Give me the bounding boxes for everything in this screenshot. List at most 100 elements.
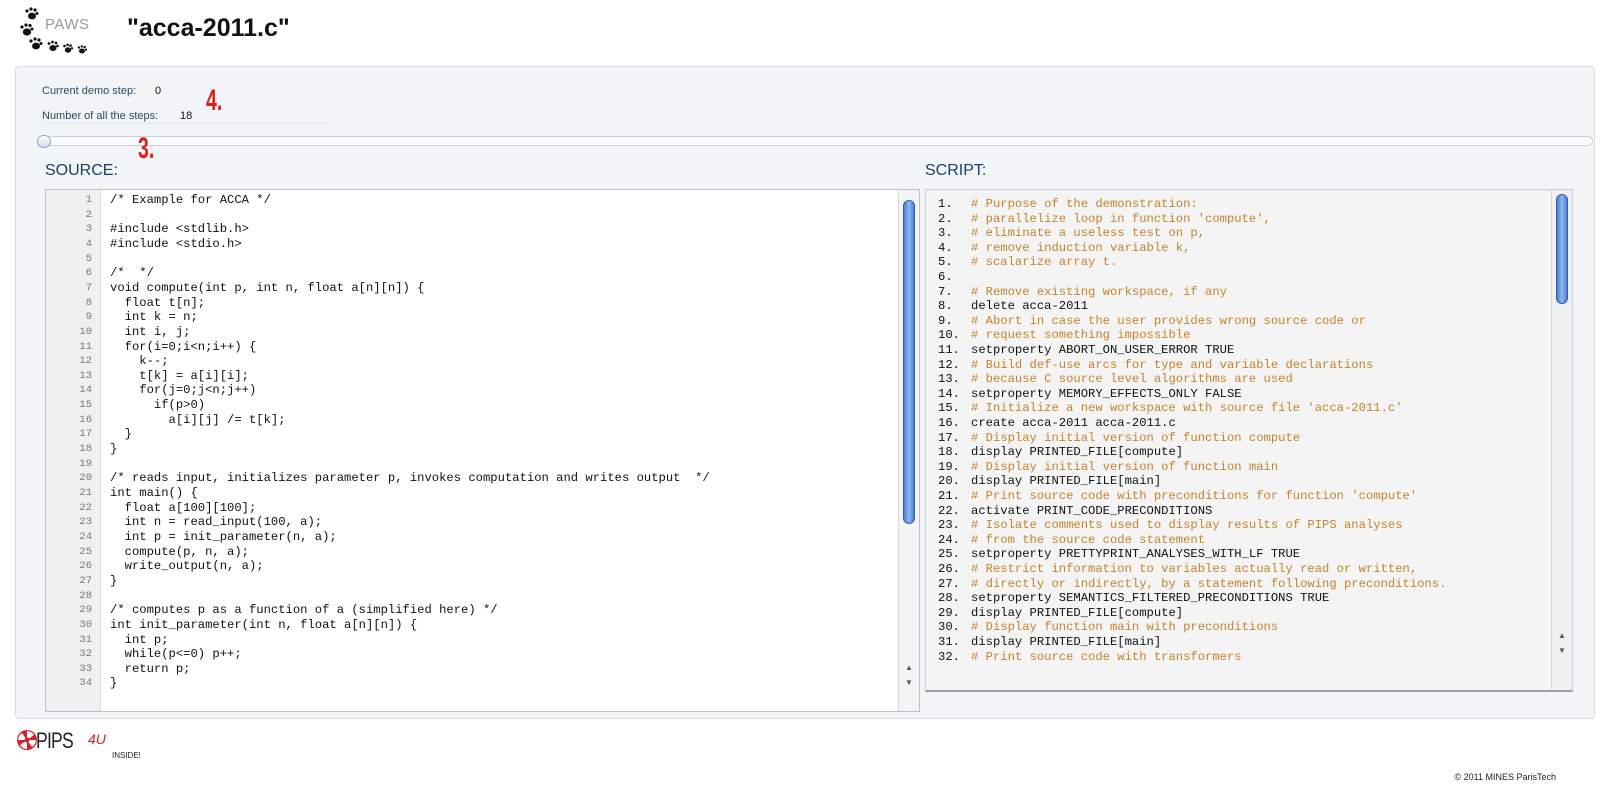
line-number: 20 xyxy=(79,472,92,485)
script-title: SCRIPT: xyxy=(925,162,987,179)
code-line[interactable]: } xyxy=(110,442,117,457)
script-scrollbar-thumb[interactable] xyxy=(1556,194,1568,304)
source-editor[interactable]: 1 2 3 4 5 6 7 8 9 10 11 12 13 14 15 16 17 18 19 20 21 22 23 24 2… xyxy=(45,189,920,712)
code-line[interactable]: /* */ xyxy=(110,266,154,281)
code-line[interactable]: int i, j; xyxy=(110,325,191,340)
code-line[interactable]: return p; xyxy=(110,662,191,677)
source-title: SOURCE: xyxy=(45,162,118,179)
line-number: 17 xyxy=(79,428,92,441)
code-line[interactable]: int p; xyxy=(110,633,169,648)
scroll-up-arrow-icon[interactable]: ▲ xyxy=(902,662,916,674)
script-comment: # Build def-use arcs for type and variab… xyxy=(971,357,1374,372)
script-command: setproperty PRETTYPRINT_ANALYSES_WITH_LF… xyxy=(971,547,1301,562)
code-line[interactable]: for(i=0;i<n;i++) { xyxy=(110,340,257,355)
code-line[interactable]: k--; xyxy=(110,354,168,369)
code-line[interactable]: int init_parameter(int n, float a[n][n])… xyxy=(110,618,417,633)
script-scrollbar[interactable]: ▲ ▼ xyxy=(1551,190,1572,690)
step-slider-track[interactable] xyxy=(38,136,1593,146)
line-number: 22 xyxy=(79,501,92,514)
code-line[interactable]: float a[100][100]; xyxy=(110,501,257,516)
script-line-number: 32. xyxy=(938,649,960,664)
script-comment: # request something impossible xyxy=(971,328,1191,343)
total-steps-label: Number of all the steps: xyxy=(42,110,159,122)
line-number: 3 xyxy=(85,223,92,236)
script-line-number: 20. xyxy=(938,474,960,489)
code-line[interactable]: #include <stdlib.h> xyxy=(110,222,249,237)
line-number: 28 xyxy=(79,589,92,602)
line-number: 18 xyxy=(79,443,92,456)
script-line-number: 16. xyxy=(938,416,960,430)
script-comment: # directly or indirectly, by a statement… xyxy=(971,576,1447,591)
pips-inside-text: INSIDE! xyxy=(112,751,141,760)
script-line-number: 1. xyxy=(938,197,953,211)
scroll-down-arrow-icon[interactable]: ▼ xyxy=(1555,645,1569,657)
line-number: 9 xyxy=(85,311,92,324)
line-number: 34 xyxy=(79,677,92,690)
code-line[interactable]: int n = read_input(100, a); xyxy=(110,515,322,530)
code-line[interactable]: write_output(n, a); xyxy=(110,559,264,574)
script-line-number: 7. xyxy=(938,284,953,299)
line-number: 27 xyxy=(79,574,92,587)
script-line-number: 19. xyxy=(938,459,960,474)
code-line[interactable]: #include <stdio.h> xyxy=(110,237,242,252)
script-comment: # Display initial version of function ma… xyxy=(971,459,1279,474)
line-number: 15 xyxy=(79,399,92,412)
line-number: 19 xyxy=(79,457,92,470)
code-line[interactable]: /* Example for ACCA */ xyxy=(110,193,271,208)
code-line[interactable]: int main() { xyxy=(110,486,198,501)
code-line[interactable]: if(p>0) xyxy=(110,398,205,413)
script-line-number: 17. xyxy=(938,430,960,445)
code-line[interactable]: for(j=0;j<n;j++) xyxy=(110,383,256,398)
script-line-number: 27. xyxy=(938,576,960,591)
line-number: 23 xyxy=(79,516,92,529)
code-line[interactable]: t[k] = a[i][i]; xyxy=(110,369,249,384)
code-line[interactable]: compute(p, n, a); xyxy=(110,545,249,560)
step-slider-handle[interactable] xyxy=(37,135,51,148)
script-comment: # Purpose of the demonstration: xyxy=(971,197,1198,211)
code-line[interactable]: while(p<=0) p++; xyxy=(110,647,242,662)
script-line-number: 3. xyxy=(938,226,953,241)
script-command: setproperty MEMORY_EFFECTS_ONLY FALSE xyxy=(971,386,1242,401)
paws-logo-text: PAWS xyxy=(45,16,90,33)
code-line[interactable]: void compute(int p, int n, float a[n][n]… xyxy=(110,281,425,296)
script-line-number: 10. xyxy=(938,328,960,343)
script-comment: # eliminate a useless test on p, xyxy=(971,226,1206,241)
line-number: 25 xyxy=(79,545,92,558)
script-command: display PRINTED_FILE[main] xyxy=(971,474,1162,489)
line-number: 10 xyxy=(79,325,92,338)
current-step-label: Current demo step: xyxy=(42,85,137,97)
line-number: 33 xyxy=(79,662,92,675)
line-number: 31 xyxy=(79,633,92,646)
script-panel[interactable]: 1. # Purpose of the demonstration: 2. # par… xyxy=(925,189,1573,692)
script-comment: # Display initial version of function co… xyxy=(971,430,1301,445)
source-scrollbar-thumb[interactable] xyxy=(903,200,915,524)
code-line[interactable]: a[i][j] /= t[k]; xyxy=(110,413,286,428)
code-line[interactable]: /* computes p as a function of a (simpli… xyxy=(110,603,498,618)
line-number: 13 xyxy=(79,369,92,382)
pips-4u-text: 4U xyxy=(88,731,106,747)
script-line-number: 31. xyxy=(938,635,960,649)
line-number: 11 xyxy=(79,340,92,353)
script-line-number: 11. xyxy=(938,343,960,357)
source-scrollbar[interactable]: ▲ ▼ xyxy=(898,190,919,711)
code-line[interactable]: int p = init_parameter(n, a); xyxy=(110,530,337,545)
pips-logo-icon xyxy=(17,730,37,750)
code-line[interactable]: /* reads input, initializes parameter p,… xyxy=(110,471,710,486)
total-steps-value: 18 xyxy=(180,110,193,122)
code-line[interactable]: } xyxy=(110,427,132,442)
scroll-down-arrow-icon[interactable]: ▼ xyxy=(902,677,916,689)
code-line[interactable]: float t[n]; xyxy=(110,296,205,311)
line-number: 26 xyxy=(79,560,92,573)
script-line-number: 24. xyxy=(938,532,960,547)
code-line[interactable]: } xyxy=(110,574,117,589)
line-number: 7 xyxy=(85,281,92,294)
scroll-up-arrow-icon[interactable]: ▲ xyxy=(1555,630,1569,642)
line-number: 29 xyxy=(79,604,92,617)
script-line-number: 5. xyxy=(938,255,953,270)
script-command: setproperty SEMANTICS_FILTERED_PRECONDIT… xyxy=(971,591,1330,606)
line-number: 24 xyxy=(79,530,92,543)
code-line[interactable]: } xyxy=(110,676,117,691)
script-line-number: 30. xyxy=(938,620,960,635)
code-line[interactable]: int k = n; xyxy=(110,310,198,325)
script-comment: # Display function main with preconditio… xyxy=(971,620,1279,635)
